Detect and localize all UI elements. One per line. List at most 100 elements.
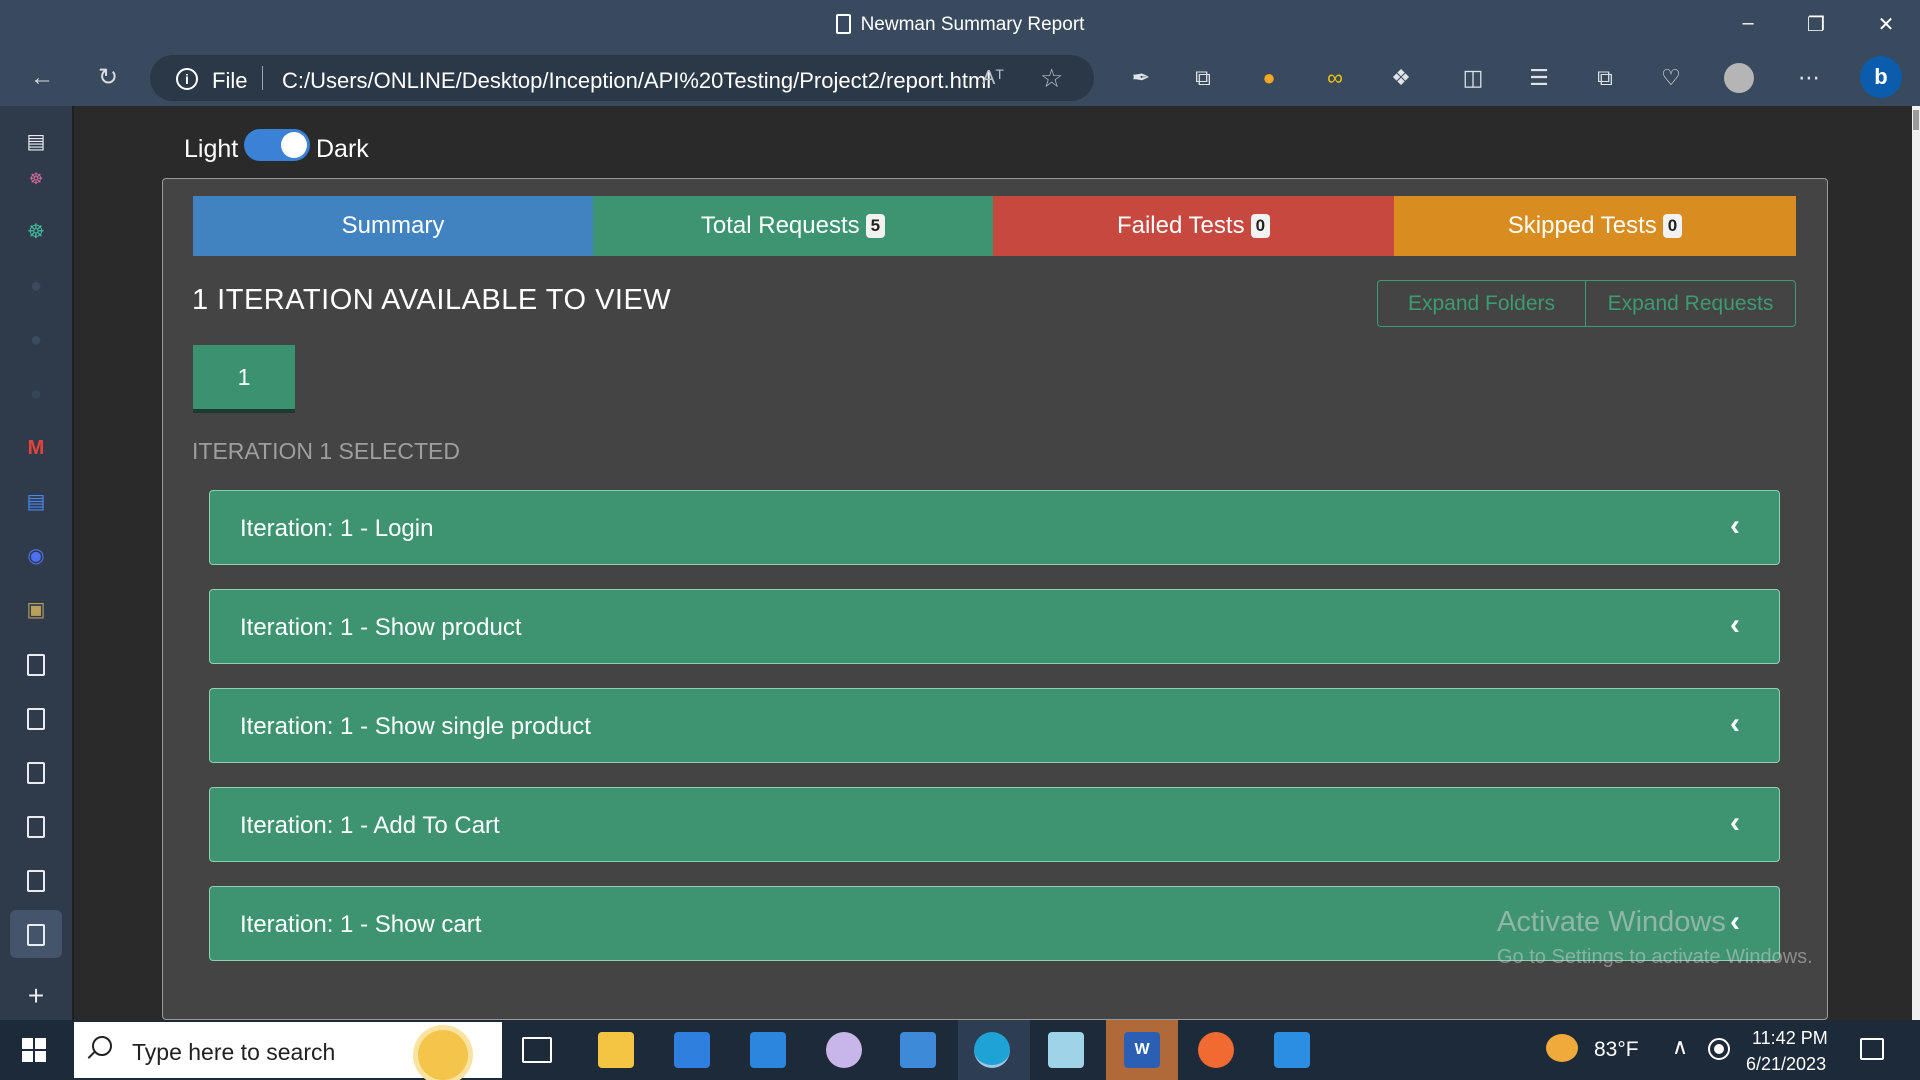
url-text[interactable]: C:/Users/ONLINE/Desktop/Inception/API%20… bbox=[282, 68, 991, 94]
infinity-extension-icon[interactable]: ∞ bbox=[1320, 63, 1350, 93]
word-icon[interactable]: W bbox=[1124, 1032, 1160, 1068]
address-bar[interactable]: i File C:/Users/ONLINE/Desktop/Inception… bbox=[150, 55, 1094, 101]
tab-failed-tests[interactable]: Failed Tests 0 bbox=[993, 196, 1394, 256]
google-docs-pinned-icon[interactable]: ▤ bbox=[22, 488, 50, 516]
performance-heart-icon[interactable]: ♡ bbox=[1656, 63, 1686, 93]
gmail-pinned-icon[interactable]: M bbox=[22, 434, 50, 462]
request-item-login[interactable]: Iteration: 1 - Login ‹ bbox=[209, 490, 1780, 565]
tray-chevron-up-icon[interactable]: ∧ bbox=[1672, 1034, 1688, 1060]
iteration-selected-label: ITERATION 1 SELECTED bbox=[192, 438, 460, 464]
iteration-1-button[interactable]: 1 bbox=[193, 345, 295, 413]
notifications-icon[interactable] bbox=[1860, 1038, 1884, 1060]
browser-toolbar: ← ↻ i File C:/Users/ONLINE/Desktop/Incep… bbox=[0, 50, 1920, 106]
request-item-show-product[interactable]: Iteration: 1 - Show product ‹ bbox=[209, 589, 1780, 664]
weather-temperature[interactable]: 83°F bbox=[1594, 1038, 1639, 1062]
chevron-left-icon[interactable]: ‹ bbox=[1730, 806, 1740, 840]
skipped-tests-badge: 0 bbox=[1662, 214, 1683, 238]
favorites-icon[interactable]: ☰ bbox=[1524, 63, 1554, 93]
close-icon[interactable]: ✕ bbox=[1866, 12, 1906, 38]
github-pinned-icon[interactable]: ● bbox=[22, 272, 50, 300]
mail-icon[interactable] bbox=[750, 1032, 786, 1068]
favorite-star-icon[interactable]: ☆ bbox=[1040, 63, 1063, 94]
app-pinned-icon[interactable]: ▣ bbox=[22, 596, 50, 624]
window-title-text: Newman Summary Report bbox=[860, 14, 1085, 35]
theme-dark-label: Dark bbox=[316, 135, 369, 163]
task-view-icon[interactable] bbox=[522, 1037, 552, 1063]
url-scheme: File bbox=[212, 68, 248, 93]
tab-total-requests[interactable]: Total Requests 5 bbox=[593, 196, 993, 256]
page-pinned-icon-2[interactable] bbox=[27, 708, 45, 730]
expand-requests-button[interactable]: Expand Requests bbox=[1585, 280, 1796, 327]
split-screen-icon[interactable]: ◫ bbox=[1458, 63, 1488, 93]
chatgpt-pinned-icon[interactable]: ☸ bbox=[22, 166, 50, 194]
tray-status-icon[interactable] bbox=[1708, 1038, 1730, 1060]
read-aloud-icon[interactable]: Aᵀ bbox=[982, 67, 1004, 90]
tab-actions-icon[interactable]: ▤ bbox=[22, 128, 50, 156]
chevron-left-icon[interactable]: ‹ bbox=[1730, 905, 1740, 939]
request-item-label: Iteration: 1 - Show cart bbox=[240, 911, 482, 938]
wappalyzer-extension-icon[interactable]: ● bbox=[1254, 63, 1284, 93]
taskbar-search-box[interactable]: Type here to search bbox=[74, 1022, 502, 1080]
tab-total-requests-label: Total Requests bbox=[700, 212, 860, 239]
request-item-label: Iteration: 1 - Login bbox=[240, 515, 434, 542]
new-tab-plus-icon[interactable]: + bbox=[22, 982, 50, 1010]
page-pinned-icon-3[interactable] bbox=[27, 762, 45, 784]
page-pinned-icon-4[interactable] bbox=[27, 816, 45, 838]
photos-icon[interactable] bbox=[900, 1032, 936, 1068]
windows-start-icon[interactable] bbox=[22, 1038, 46, 1062]
bing-chat-icon[interactable]: b bbox=[1860, 56, 1902, 98]
postman-icon[interactable] bbox=[1198, 1032, 1234, 1068]
tab-summary-label: Summary bbox=[341, 212, 445, 239]
file-explorer-icon[interactable] bbox=[598, 1032, 634, 1068]
request-item-label: Iteration: 1 - Add To Cart bbox=[240, 812, 500, 839]
activation-watermark-subtitle: Go to Settings to activate Windows. bbox=[1497, 946, 1813, 968]
chevron-left-icon[interactable]: ‹ bbox=[1730, 608, 1740, 642]
scrollbar[interactable] bbox=[1912, 106, 1920, 1020]
request-item-add-to-cart[interactable]: Iteration: 1 - Add To Cart ‹ bbox=[209, 787, 1780, 862]
clock-date[interactable]: 6/21/2023 bbox=[1746, 1054, 1826, 1075]
search-icon bbox=[92, 1036, 112, 1056]
github-pinned-icon-3[interactable]: ● bbox=[22, 380, 50, 408]
notepad-icon[interactable] bbox=[1048, 1032, 1084, 1068]
address-separator bbox=[262, 66, 263, 90]
theme-light-label: Light bbox=[184, 135, 239, 163]
edge-browser-icon[interactable] bbox=[974, 1032, 1010, 1068]
profile-avatar-icon[interactable] bbox=[1724, 63, 1754, 93]
page-pinned-icon-1[interactable] bbox=[27, 654, 45, 676]
messenger-pinned-icon[interactable]: ◉ bbox=[22, 542, 50, 570]
back-icon[interactable]: ← bbox=[26, 62, 58, 94]
restore-icon[interactable]: ❐ bbox=[1796, 12, 1836, 38]
pen-extension-icon[interactable]: ✒ bbox=[1126, 63, 1156, 93]
search-placeholder: Type here to search bbox=[132, 1039, 336, 1065]
microsoft-store-icon[interactable] bbox=[674, 1032, 710, 1068]
openai-pinned-icon[interactable]: ☸ bbox=[22, 218, 50, 246]
tab-summary[interactable]: Summary bbox=[193, 196, 593, 256]
windows-taskbar: Type here to search W 83°F ∧ 11:42 PM 6/… bbox=[0, 1020, 1920, 1080]
expand-folders-button[interactable]: Expand Folders bbox=[1377, 280, 1586, 327]
paint-icon[interactable] bbox=[826, 1032, 862, 1068]
tab-skipped-tests-label: Skipped Tests bbox=[1507, 212, 1657, 239]
site-info-icon[interactable]: i bbox=[176, 68, 198, 90]
theme-toggle-switch[interactable] bbox=[244, 129, 310, 161]
page-pinned-icon-5[interactable] bbox=[27, 870, 45, 892]
minimize-icon[interactable]: – bbox=[1728, 12, 1768, 38]
activation-watermark-title: Activate Windows bbox=[1497, 906, 1726, 938]
scrollbar-thumb[interactable] bbox=[1913, 110, 1919, 130]
more-options-icon[interactable]: ⋯ bbox=[1794, 63, 1824, 93]
window-title-bar: Newman Summary Report – ❐ ✕ bbox=[0, 0, 1920, 50]
page-active-tab-icon[interactable] bbox=[27, 924, 45, 946]
weather-icon[interactable] bbox=[1546, 1034, 1578, 1062]
total-requests-badge: 5 bbox=[865, 214, 886, 238]
iteration-heading: 1 ITERATION AVAILABLE TO VIEW bbox=[192, 284, 672, 316]
vscode-icon[interactable] bbox=[1274, 1032, 1310, 1068]
chevron-left-icon[interactable]: ‹ bbox=[1730, 509, 1740, 543]
request-item-show-single-product[interactable]: Iteration: 1 - Show single product ‹ bbox=[209, 688, 1780, 763]
tab-skipped-tests[interactable]: Skipped Tests 0 bbox=[1394, 196, 1796, 256]
collections-icon[interactable]: ⧉ bbox=[1590, 63, 1620, 93]
refresh-icon[interactable]: ↻ bbox=[92, 62, 124, 94]
github-pinned-icon-2[interactable]: ● bbox=[22, 326, 50, 354]
extensions-puzzle-icon[interactable]: ❖ bbox=[1386, 63, 1416, 93]
clock-time[interactable]: 11:42 PM bbox=[1752, 1028, 1828, 1049]
chevron-left-icon[interactable]: ‹ bbox=[1730, 707, 1740, 741]
copy-extension-icon[interactable]: ⧉ bbox=[1188, 63, 1218, 93]
